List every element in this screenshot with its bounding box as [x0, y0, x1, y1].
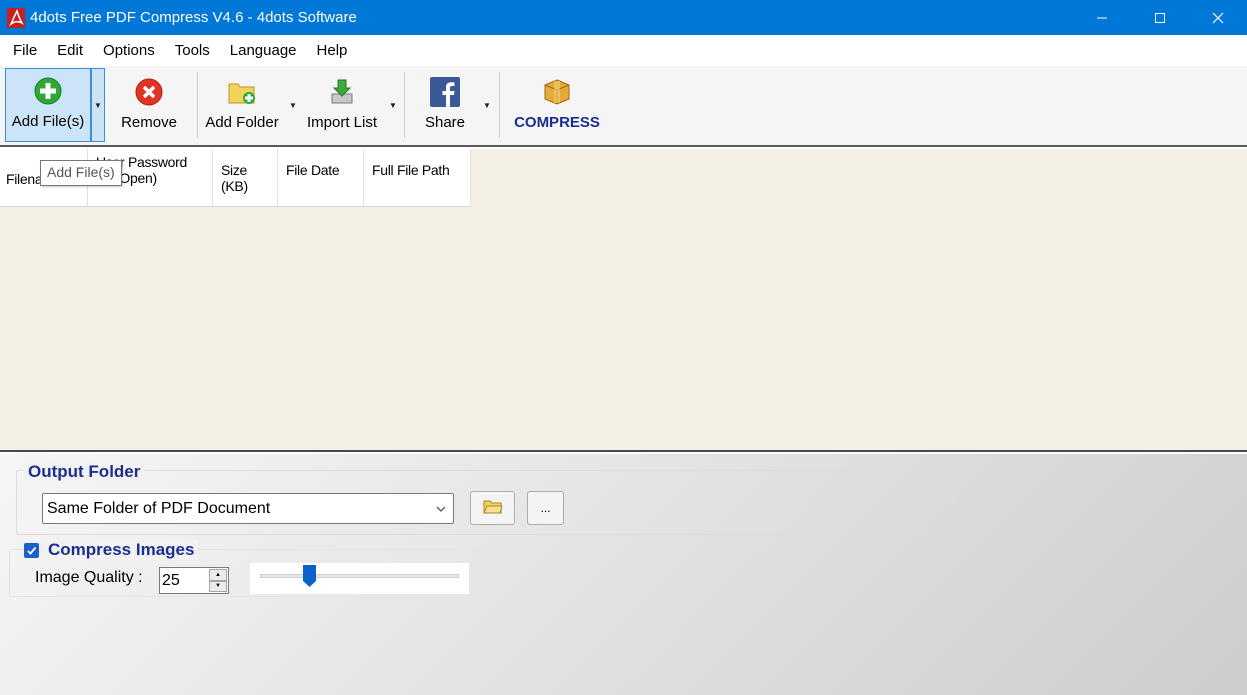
- output-folder-select[interactable]: Same Folder of PDF Document: [42, 493, 454, 524]
- facebook-icon: [430, 77, 460, 107]
- pdf-app-icon: [6, 7, 26, 28]
- slider-track: [260, 574, 459, 578]
- settings-panel: Same Folder of PDF Document ... Output F…: [0, 454, 1247, 695]
- compress-label: COMPRESS: [514, 114, 600, 131]
- add-files-label: Add File(s): [11, 113, 85, 130]
- arrow-down-icon: ▼: [215, 583, 221, 590]
- close-button[interactable]: [1189, 0, 1247, 35]
- arrow-up-icon: ▲: [215, 571, 221, 578]
- compress-button[interactable]: COMPRESS: [512, 68, 602, 142]
- add-folder-dropdown[interactable]: ▼: [287, 68, 299, 142]
- minimize-icon: [1097, 17, 1107, 18]
- import-list-dropdown[interactable]: ▼: [387, 68, 399, 142]
- column-header-size[interactable]: Size (KB): [213, 149, 278, 206]
- share-dropdown[interactable]: ▼: [481, 68, 493, 142]
- dropdown-arrow-icon: ▼: [289, 100, 297, 110]
- menu-tools[interactable]: Tools: [165, 35, 220, 66]
- window-title: 4dots Free PDF Compress V4.6 - 4dots Sof…: [30, 9, 357, 26]
- tooltip: Add File(s): [40, 160, 122, 186]
- dropdown-arrow-icon: ▼: [483, 100, 491, 110]
- spin-down-button[interactable]: ▼: [209, 580, 227, 592]
- image-quality-spinner[interactable]: 25 ▲ ▼: [159, 567, 229, 594]
- slider-thumb[interactable]: [303, 565, 317, 587]
- close-icon: [1212, 12, 1224, 23]
- package-icon: [542, 77, 572, 107]
- add-files-button[interactable]: Add File(s): [5, 68, 91, 142]
- menu-bar: File Edit Options Tools Language Help: [0, 35, 1247, 66]
- menu-options[interactable]: Options: [93, 35, 165, 66]
- add-circle-icon: [33, 76, 63, 106]
- remove-icon: [134, 77, 164, 107]
- image-quality-value[interactable]: 25: [162, 572, 180, 590]
- compress-images-checkbox[interactable]: [24, 543, 39, 558]
- minimize-button[interactable]: [1073, 0, 1131, 35]
- share-button[interactable]: Share: [414, 68, 476, 142]
- toolbar-separator: [197, 72, 198, 138]
- compress-images-label: Compress Images: [44, 540, 199, 560]
- image-quality-label: Image Quality :: [35, 569, 143, 586]
- column-header-full-path[interactable]: Full File Path: [364, 149, 471, 206]
- add-folder-label: Add Folder: [205, 114, 279, 131]
- open-folder-button[interactable]: [470, 491, 515, 525]
- image-quality-slider[interactable]: [250, 563, 469, 594]
- add-folder-button[interactable]: Add Folder: [203, 68, 281, 142]
- browse-folder-button[interactable]: ...: [527, 491, 564, 525]
- chevron-down-icon: [435, 502, 447, 520]
- menu-file[interactable]: File: [3, 35, 47, 66]
- toolbar-separator: [404, 72, 405, 138]
- file-list[interactable]: Filena User Password (for Open) Size (KB…: [0, 149, 1247, 452]
- import-list-button[interactable]: Import List: [303, 68, 381, 142]
- output-folder-title: Output Folder: [24, 462, 145, 482]
- maximize-button[interactable]: [1131, 0, 1189, 35]
- output-folder-group: Same Folder of PDF Document ...: [16, 470, 954, 535]
- share-label: Share: [424, 114, 466, 131]
- menu-edit[interactable]: Edit: [47, 35, 93, 66]
- maximize-icon: [1155, 12, 1165, 23]
- toolbar-separator: [499, 72, 500, 138]
- import-list-label: Import List: [306, 114, 378, 131]
- dropdown-arrow-icon: ▼: [94, 100, 102, 110]
- remove-button[interactable]: Remove: [114, 68, 184, 142]
- menu-help[interactable]: Help: [307, 35, 358, 66]
- import-list-icon: [327, 77, 357, 107]
- add-files-dropdown[interactable]: ▼: [91, 68, 105, 142]
- toolbar: Add File(s) ▼ Remove Add Folder ▼ Import…: [0, 66, 1247, 147]
- menu-language[interactable]: Language: [220, 35, 307, 66]
- column-header-file-date[interactable]: File Date: [278, 149, 364, 206]
- add-folder-icon: [227, 77, 257, 107]
- dropdown-arrow-icon: ▼: [389, 100, 397, 110]
- remove-label: Remove: [121, 114, 177, 131]
- folder-icon: [482, 499, 503, 518]
- spin-up-button[interactable]: ▲: [209, 569, 227, 581]
- title-bar: 4dots Free PDF Compress V4.6 - 4dots Sof…: [0, 0, 1247, 35]
- output-folder-value: Same Folder of PDF Document: [47, 499, 271, 517]
- checkmark-icon: [27, 546, 37, 555]
